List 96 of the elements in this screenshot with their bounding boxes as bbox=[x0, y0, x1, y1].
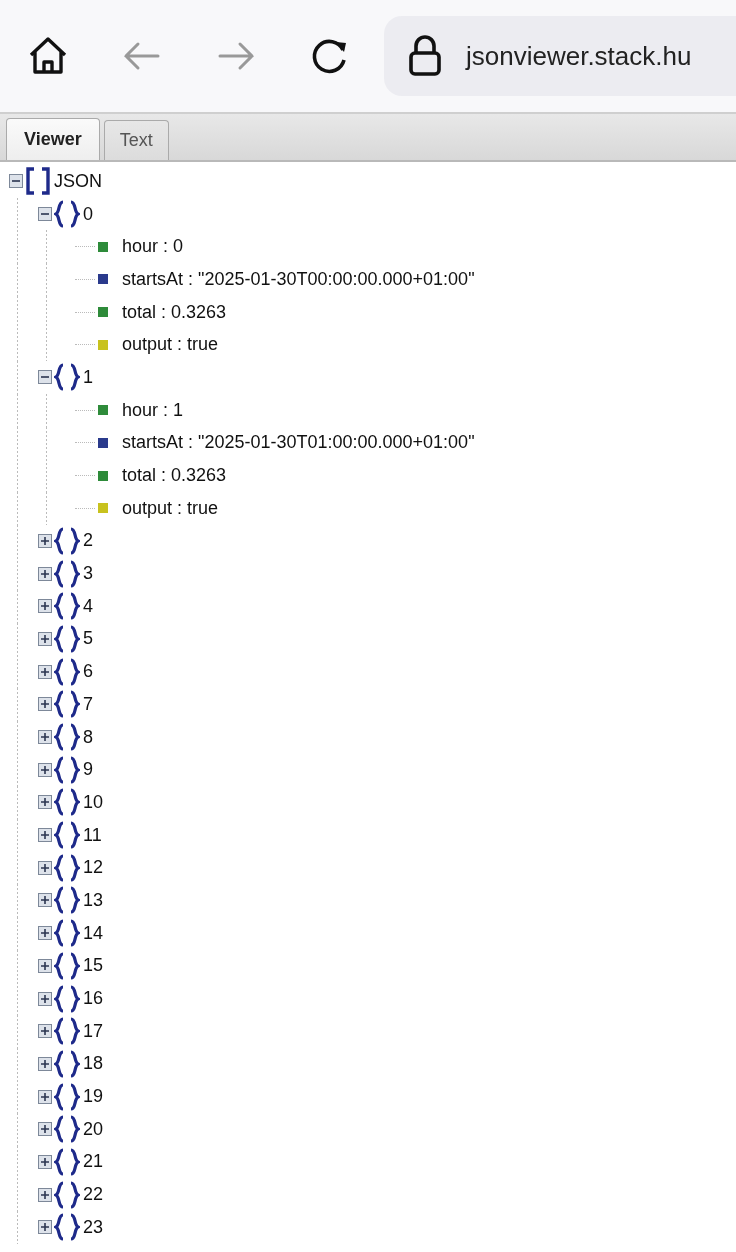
value-type-icon bbox=[98, 307, 108, 318]
object-icon bbox=[54, 788, 80, 817]
expand-icon[interactable] bbox=[38, 1154, 52, 1169]
node-label[interactable]: 2 bbox=[83, 530, 93, 552]
node-label[interactable]: 13 bbox=[83, 889, 104, 911]
expand-icon[interactable] bbox=[38, 599, 52, 614]
value-type-icon bbox=[98, 470, 108, 481]
expand-icon[interactable] bbox=[38, 566, 52, 581]
property-label[interactable]: output : true bbox=[122, 497, 219, 519]
property-label[interactable]: startsAt : "2025-01-30T01:00:00.000+01:00" bbox=[122, 432, 475, 454]
object-icon bbox=[54, 1017, 80, 1046]
object-icon bbox=[54, 1082, 80, 1111]
expand-icon[interactable] bbox=[38, 828, 52, 843]
object-icon bbox=[54, 363, 80, 392]
expand-icon[interactable] bbox=[38, 762, 52, 777]
node-label[interactable]: 3 bbox=[83, 563, 93, 585]
object-icon bbox=[54, 1115, 80, 1144]
node-label[interactable]: 11 bbox=[83, 824, 102, 846]
node-label[interactable]: 23 bbox=[83, 1216, 104, 1238]
object-icon bbox=[54, 984, 80, 1013]
property-label[interactable]: total : 0.3263 bbox=[122, 465, 227, 487]
node-label[interactable]: 5 bbox=[83, 628, 93, 650]
value-type-icon bbox=[98, 339, 108, 350]
lock-icon bbox=[408, 35, 442, 77]
node-label[interactable]: 0 bbox=[83, 203, 93, 225]
object-icon bbox=[54, 624, 80, 653]
object-icon bbox=[54, 592, 80, 621]
node-label[interactable]: 6 bbox=[83, 661, 93, 683]
object-icon bbox=[54, 1180, 80, 1209]
array-icon bbox=[25, 167, 51, 196]
expand-icon[interactable] bbox=[38, 991, 52, 1006]
collapse-icon[interactable] bbox=[9, 174, 23, 189]
node-label[interactable]: 10 bbox=[83, 791, 104, 813]
node-label[interactable]: JSON bbox=[54, 170, 102, 192]
expand-icon[interactable] bbox=[38, 631, 52, 646]
object-icon bbox=[54, 200, 80, 229]
object-icon bbox=[54, 1147, 80, 1176]
object-icon bbox=[54, 723, 80, 752]
node-label[interactable]: 16 bbox=[83, 988, 104, 1010]
expand-icon[interactable] bbox=[38, 664, 52, 679]
object-icon bbox=[54, 853, 80, 882]
property-label[interactable]: hour : 0 bbox=[122, 236, 184, 258]
value-type-icon bbox=[98, 274, 108, 285]
expand-icon[interactable] bbox=[38, 1122, 52, 1137]
node-label[interactable]: 21 bbox=[83, 1151, 104, 1173]
expand-icon[interactable] bbox=[38, 795, 52, 810]
expand-icon[interactable] bbox=[38, 1220, 52, 1235]
expand-icon[interactable] bbox=[38, 533, 52, 548]
tab[interactable]: Viewer bbox=[6, 118, 100, 160]
node-label[interactable]: 15 bbox=[83, 955, 104, 977]
expand-icon[interactable] bbox=[38, 860, 52, 875]
node-label[interactable]: 19 bbox=[83, 1086, 104, 1108]
property-label[interactable]: startsAt : "2025-01-30T00:00:00.000+01:00" bbox=[122, 268, 475, 290]
node-label[interactable]: 4 bbox=[83, 595, 93, 617]
expand-icon[interactable] bbox=[38, 926, 52, 941]
node-label[interactable]: 17 bbox=[83, 1020, 104, 1042]
property-label[interactable]: hour : 1 bbox=[122, 399, 184, 421]
tab[interactable]: Text bbox=[103, 120, 169, 160]
object-icon bbox=[54, 919, 80, 948]
object-icon bbox=[54, 657, 80, 686]
expand-icon[interactable] bbox=[38, 697, 52, 712]
object-icon bbox=[54, 821, 80, 850]
property-label[interactable]: output : true bbox=[122, 334, 219, 356]
object-icon bbox=[54, 526, 80, 555]
object-icon bbox=[54, 559, 80, 588]
object-icon bbox=[54, 690, 80, 719]
url-text: jsonviewer.stack.hu bbox=[466, 40, 692, 72]
node-label[interactable]: 22 bbox=[83, 1184, 104, 1206]
node-label[interactable]: 1 bbox=[83, 366, 93, 388]
node-label[interactable]: 7 bbox=[83, 693, 93, 715]
expand-icon[interactable] bbox=[38, 730, 52, 745]
value-type-icon bbox=[98, 503, 108, 514]
expand-icon[interactable] bbox=[38, 1187, 52, 1202]
value-type-icon bbox=[98, 405, 108, 416]
address-bar[interactable]: jsonviewer.stack.hu bbox=[384, 16, 736, 96]
expand-icon[interactable] bbox=[38, 958, 52, 973]
node-label[interactable]: 9 bbox=[83, 759, 93, 781]
object-icon bbox=[54, 951, 80, 980]
node-label[interactable]: 18 bbox=[83, 1053, 104, 1075]
node-label[interactable]: 12 bbox=[83, 857, 104, 879]
object-icon bbox=[54, 1213, 80, 1242]
collapse-icon[interactable] bbox=[38, 207, 52, 222]
collapse-icon[interactable] bbox=[38, 370, 52, 385]
node-label[interactable]: 14 bbox=[83, 922, 104, 944]
expand-icon[interactable] bbox=[38, 1024, 52, 1039]
object-icon bbox=[54, 1049, 80, 1078]
expand-icon[interactable] bbox=[38, 893, 52, 908]
value-type-icon bbox=[98, 437, 108, 448]
object-icon bbox=[54, 886, 80, 915]
object-icon bbox=[54, 755, 80, 784]
expand-icon[interactable] bbox=[38, 1056, 52, 1071]
node-label[interactable]: 20 bbox=[83, 1118, 104, 1140]
node-label[interactable]: 8 bbox=[83, 726, 93, 748]
property-label[interactable]: total : 0.3263 bbox=[122, 301, 227, 323]
expand-icon[interactable] bbox=[38, 1089, 52, 1104]
value-type-icon bbox=[98, 241, 108, 252]
